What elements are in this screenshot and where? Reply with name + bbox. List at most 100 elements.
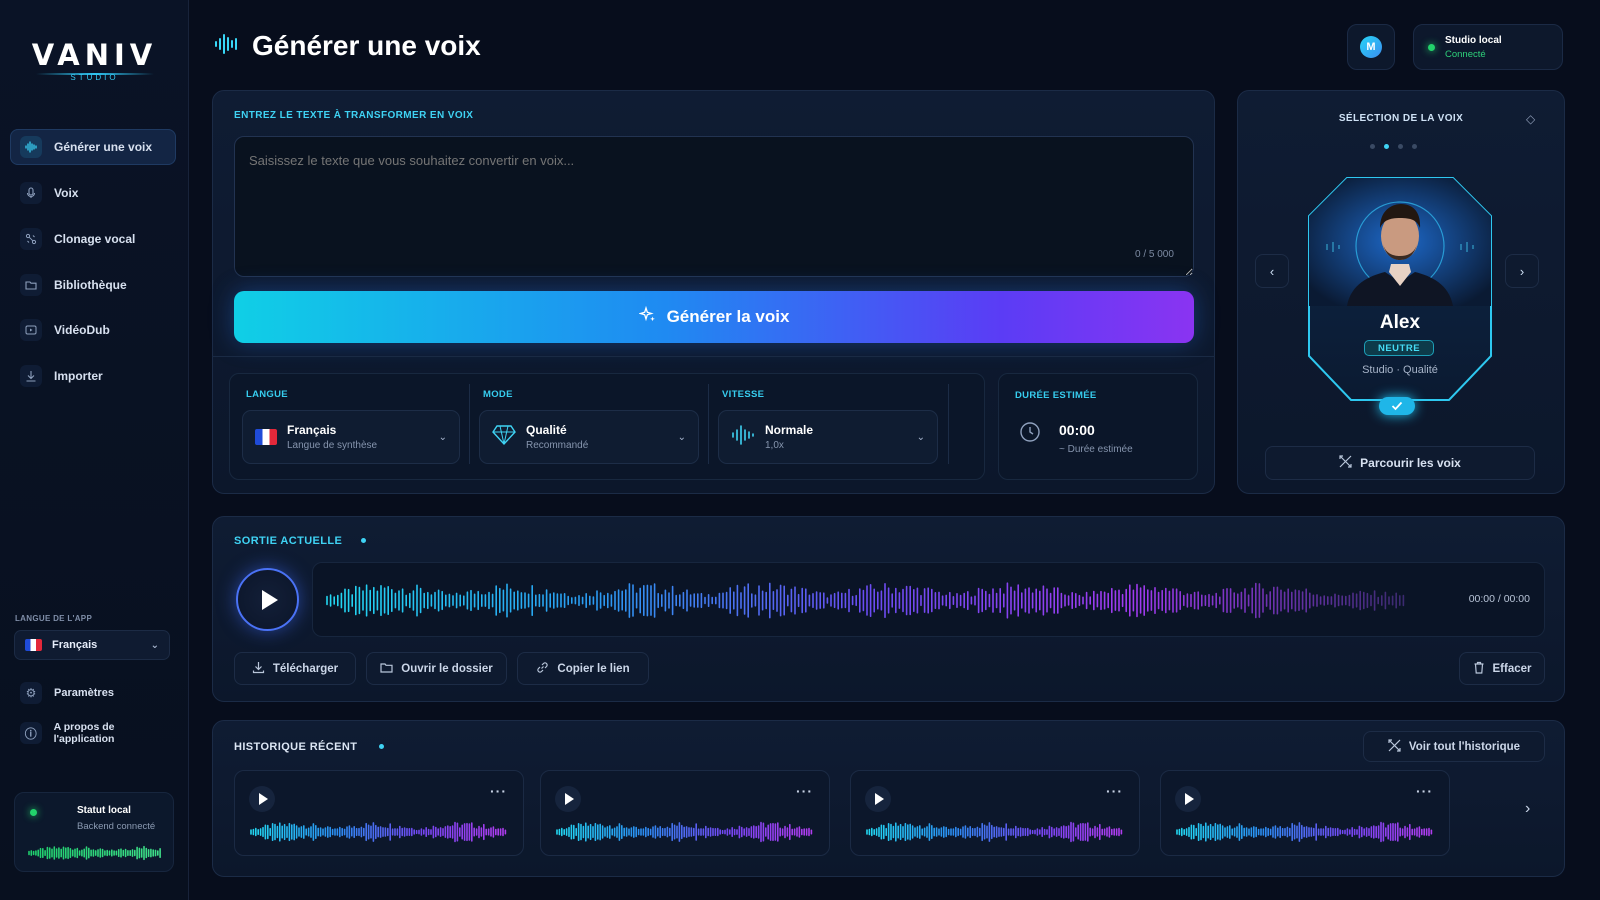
page-header: Générer une voix — [214, 30, 481, 62]
more-options-icon[interactable]: ··· — [490, 783, 507, 799]
info-icon: ⓘ — [20, 722, 42, 744]
more-options-icon[interactable]: ··· — [1106, 783, 1123, 799]
folder-icon — [20, 274, 42, 296]
sidebar-item-about[interactable]: ⓘ A propos de l'application — [10, 715, 176, 751]
microphone-icon — [20, 182, 42, 204]
text-input[interactable] — [234, 136, 1194, 277]
output-section-title: SORTIE ACTUELLE — [234, 535, 343, 547]
next-voice-button[interactable]: › — [1505, 254, 1539, 288]
avatar: M — [1360, 36, 1382, 58]
download-button[interactable]: Télécharger — [234, 652, 356, 685]
voice-section-title: SÉLECTION DE LA VOIX — [1338, 113, 1464, 124]
waveform-bars — [326, 582, 1405, 619]
mode-sub: Recommandé — [526, 440, 589, 451]
sidebar-item-parametres[interactable]: ⚙ Paramètres — [10, 675, 176, 711]
history-card[interactable]: ··· — [540, 770, 830, 856]
video-icon — [20, 319, 42, 341]
waveform-icon — [731, 424, 755, 450]
status-dot — [1428, 43, 1435, 51]
generate-voice-label: Générer la voix — [666, 307, 790, 326]
more-options-icon[interactable]: ··· — [1416, 783, 1433, 799]
pager-dot[interactable] — [1398, 144, 1403, 149]
studio-title: Studio local — [1445, 34, 1502, 46]
check-icon — [1379, 397, 1415, 415]
char-counter: 0 / 5 000 — [1135, 249, 1174, 260]
trash-icon — [1473, 661, 1485, 677]
duration-value: 00:00 — [1059, 422, 1095, 438]
speed-select[interactable]: Normale 1,0x ⌄ — [718, 410, 938, 464]
pager-dot[interactable] — [1370, 144, 1375, 149]
page-title: Générer une voix — [252, 30, 481, 61]
history-next-icon[interactable]: › — [1525, 800, 1530, 818]
user-avatar-button[interactable]: M — [1347, 24, 1395, 70]
sidebar-item-label: Voix — [54, 186, 79, 200]
browse-voices-label: Parcourir les voix — [1360, 456, 1461, 470]
pager-dot[interactable] — [1384, 144, 1389, 149]
sidebar-item-importer[interactable]: Importer — [10, 358, 176, 394]
history-card[interactable]: ··· — [1160, 770, 1450, 856]
waveform-icon — [20, 136, 42, 158]
language-value: Français — [287, 423, 337, 437]
diamond-icon — [492, 424, 516, 451]
sidebar-item-label: A propos de l'application — [53, 721, 115, 745]
gear-icon: ⚙ — [20, 682, 42, 704]
voice-pager — [1370, 144, 1417, 149]
waveform-bars — [28, 845, 161, 861]
history-card[interactable]: ··· — [234, 770, 524, 856]
sidebar-item-videodub[interactable]: VidéoDub — [10, 312, 176, 348]
play-button[interactable] — [1175, 786, 1201, 812]
status-dot — [30, 809, 37, 816]
waveform-bars — [556, 821, 813, 843]
copy-link-button[interactable]: Copier le lien — [517, 652, 649, 685]
sidebar-item-label: Générer une voix — [54, 140, 153, 154]
app-language-label: LANGUE DE L'APP — [15, 614, 93, 623]
app-language-select[interactable]: Français ⌄ — [14, 630, 170, 660]
play-icon — [262, 589, 278, 610]
play-icon — [565, 793, 574, 805]
settings-diamond-icon[interactable]: ◇ — [1526, 112, 1535, 126]
waveform-bars — [866, 821, 1123, 843]
play-icon — [259, 793, 268, 805]
mode-value: Qualité — [526, 423, 567, 437]
history-card[interactable]: ··· — [850, 770, 1140, 856]
studio-status: Connecté — [1445, 48, 1486, 60]
view-all-history-button[interactable]: Voir tout l'historique — [1363, 731, 1545, 762]
status-subtitle: Backend connecté — [77, 821, 156, 832]
sidebar-item-voix[interactable]: Voix — [10, 175, 176, 211]
pager-dot[interactable] — [1412, 144, 1417, 149]
history-waveform — [556, 821, 813, 843]
play-button[interactable] — [555, 786, 581, 812]
language-select[interactable]: Français Langue de synthèse ⌄ — [242, 410, 460, 464]
divider — [948, 384, 949, 464]
divider — [469, 384, 470, 464]
sidebar-item-bibliotheque[interactable]: Bibliothèque — [10, 267, 176, 303]
app-logo[interactable]: VANIV STUDIO — [0, 38, 189, 82]
mode-select[interactable]: Qualité Recommandé ⌄ — [479, 410, 699, 464]
output-waveform — [326, 582, 1405, 619]
clear-button[interactable]: Effacer — [1459, 652, 1545, 685]
more-options-icon[interactable]: ··· — [796, 783, 813, 799]
status-title: Statut local — [77, 805, 131, 816]
divider — [212, 356, 1215, 357]
play-button[interactable] — [249, 786, 275, 812]
link-icon — [536, 661, 549, 677]
open-folder-button[interactable]: Ouvrir le dossier — [366, 652, 507, 685]
download-label: Télécharger — [272, 662, 339, 675]
chevron-down-icon: ⌄ — [438, 431, 447, 443]
prev-voice-button[interactable]: ‹ — [1255, 254, 1289, 288]
voice-description: Studio · Qualité — [1362, 364, 1438, 376]
sidebar-item-clonage[interactable]: Clonage vocal — [10, 221, 176, 257]
waveform-icon — [214, 33, 240, 60]
clone-icon — [20, 228, 42, 250]
sidebar-item-label: VidéoDub — [54, 323, 110, 337]
waveform-display[interactable]: 00:00 / 00:00 — [312, 562, 1545, 637]
generate-voice-button[interactable]: Générer la voix — [234, 291, 1194, 343]
studio-status-button[interactable]: Studio local Connecté — [1413, 24, 1563, 70]
play-button[interactable] — [236, 568, 299, 631]
play-button[interactable] — [865, 786, 891, 812]
sidebar-item-generer[interactable]: Générer une voix — [10, 129, 176, 165]
browse-voices-button[interactable]: Parcourir les voix — [1265, 446, 1535, 480]
history-waveform — [1176, 821, 1433, 843]
live-dot — [361, 538, 366, 543]
logo-text: VANIV — [31, 38, 158, 72]
